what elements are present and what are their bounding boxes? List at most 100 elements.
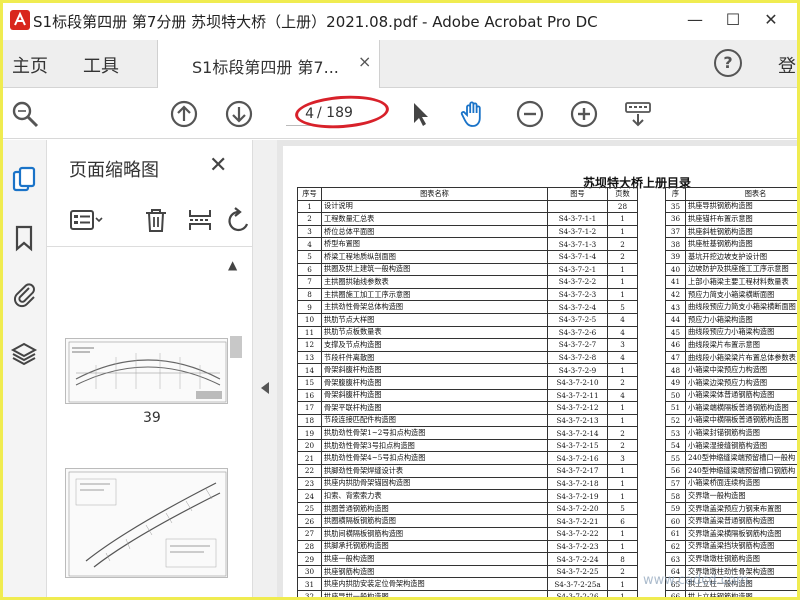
toc-cell: S4-3-7-2-14 [547, 426, 608, 440]
maximize-button[interactable]: ☐ [713, 7, 753, 33]
zoom-search-icon[interactable] [10, 99, 40, 129]
hand-tool-icon[interactable] [458, 99, 488, 129]
previous-page-icon[interactable] [169, 99, 199, 129]
document-view[interactable]: 苏坝特大桥上册目录 序号 图表名称 图号 页数 1 设计说明 28 2 工程数量汇总表 S4-3… [277, 140, 797, 597]
close-window-button[interactable]: ✕ [751, 7, 791, 33]
help-button[interactable]: ? [714, 49, 742, 77]
toc-cell: 1 [607, 539, 638, 554]
toc-cell: 小箱梁边梁预应力构造图 [685, 375, 797, 390]
rotate-page-icon[interactable] [225, 206, 251, 234]
zoom-in-icon[interactable] [569, 99, 599, 129]
toc-cell: 桥型布置图 [321, 237, 548, 251]
toc-cell: 曲线段预应力简支小箱梁横断面图 [685, 300, 797, 314]
toc-cell: 6 [607, 514, 638, 529]
toc-header-cell: 图表名 [685, 187, 797, 201]
toc-header-cell: 页数 [607, 187, 638, 201]
toc-cell: 2 [297, 212, 322, 226]
toc-cell: 42 [665, 287, 686, 302]
toc-cell: 29 [297, 552, 322, 566]
toc-cell: 46 [665, 338, 686, 352]
toc-row: 59 交界墩盖梁预应力钢束布置图 [665, 501, 797, 516]
thumbnail-page[interactable] [65, 338, 228, 404]
toc-cell: 5 [607, 501, 638, 516]
toc-cell: 小箱梁湿接缝钢筋构造图 [685, 438, 797, 453]
toc-header-row: 序图表名 [665, 187, 797, 201]
window-title: S1标段第四册 第7分册 苏坝特大桥（上册）2021.08.pdf - Adob… [33, 13, 598, 31]
toc-cell: S4-3-7-2-9 [547, 363, 608, 377]
toc-cell: 1 [297, 199, 322, 214]
toc-cell: S4-3-7-2-18 [547, 476, 608, 491]
toc-cell: 3 [607, 338, 638, 352]
collapse-arrow-icon[interactable] [261, 382, 269, 394]
layers-icon[interactable] [10, 340, 38, 368]
insert-page-icon[interactable] [187, 206, 213, 234]
toc-cell: 拱肋劲性骨架4~5号扣点构造图 [321, 451, 548, 466]
page-thumbnails-icon[interactable] [10, 166, 38, 194]
toc-cell: 2 [607, 564, 638, 579]
toc-row: 44 预应力小箱梁构造图 [665, 312, 797, 327]
toc-cell: 拱圈横隔板钢筋构造图 [321, 514, 548, 529]
toc-cell: 9 [297, 300, 322, 314]
toc-header-cell: 序号 [297, 187, 322, 201]
next-page-icon[interactable] [224, 99, 254, 129]
panel-close-icon[interactable]: ✕ [209, 153, 227, 178]
toc-cell: 66 [665, 590, 686, 597]
thumbnail-options-icon[interactable] [69, 206, 103, 234]
app-window: S1标段第四册 第7分册 苏坝特大桥（上册）2021.08.pdf - Adob… [3, 3, 797, 597]
toc-cell: 主拱圈拱轴线参数表 [321, 275, 548, 289]
toc-cell: 35 [665, 199, 686, 214]
pdf-page: 苏坝特大桥上册目录 序号 图表名称 图号 页数 1 设计说明 28 2 工程数量汇总表 S4-3… [283, 146, 797, 597]
bookmarks-icon[interactable] [10, 224, 38, 252]
toc-row: 4 桥型布置图 S4-3-7-1-3 2 [297, 237, 638, 251]
toc-cell: S4-3-7-2-12 [547, 401, 608, 415]
minimize-button[interactable]: — [675, 7, 715, 33]
toc-cell: 交界墩墩柱钢筋构造图 [685, 552, 797, 566]
panel-collapse-handle[interactable] [253, 140, 277, 597]
toc-cell: 21 [297, 451, 322, 466]
toc-cell: 57 [665, 476, 686, 491]
thumbnail-scrollbar-thumb[interactable] [230, 336, 242, 358]
toc-cell: 1 [607, 577, 638, 591]
scroll-up-icon[interactable]: ▲ [228, 258, 237, 272]
toc-cell: 小箱梁桥面连续构造图 [685, 476, 797, 491]
thumbnail-scrollbar[interactable] [229, 274, 243, 594]
toc-cell: S4-3-7-2-10 [547, 375, 608, 390]
toc-cell: 1 [607, 413, 638, 428]
keyboard-scroll-icon[interactable] [623, 99, 653, 129]
document-tab[interactable]: S1标段第四册 第7... × [157, 40, 380, 88]
toc-cell: S4-3-7-2-26 [547, 590, 608, 597]
toc-cell: 拱肋节点大样图 [321, 312, 548, 327]
toc-cell: 拱肋间横隔板钢筋构造图 [321, 527, 548, 541]
thumbnail-page[interactable] [65, 468, 228, 578]
tools-tab[interactable]: 工具 [83, 52, 119, 78]
attachments-icon[interactable] [10, 280, 38, 308]
toc-cell: 骨架平联杆构造图 [321, 401, 548, 415]
toc-cell: 拱座内拱肋安装定位骨架构造图 [321, 577, 548, 591]
toc-row: 9 主拱劲性骨架总体构造图 S4-3-7-2-4 5 [297, 300, 638, 314]
select-cursor-icon[interactable] [405, 99, 435, 129]
toc-row: 8 主拱圈施工加工工序示意图 S4-3-7-2-3 1 [297, 287, 638, 302]
toc-cell: S4-3-7-2-11 [547, 388, 608, 403]
toc-cell: 49 [665, 375, 686, 390]
toc-row: 49 小箱梁边梁预应力构造图 [665, 375, 797, 390]
toc-cell: 2 [607, 438, 638, 453]
toc-cell: 1 [607, 401, 638, 415]
toc-cell: 曲线段梁片布置示意图 [685, 338, 797, 352]
zoom-out-icon[interactable] [515, 99, 545, 129]
toc-cell: 1 [607, 224, 638, 239]
toc-cell: 拱座锚杆布置示意图 [685, 212, 797, 226]
toc-cell: 16 [297, 388, 322, 403]
thumbnail-drawing [68, 471, 227, 577]
toc-cell: 3 [297, 224, 322, 239]
toc-cell: 拱座桩基钢筋构造图 [685, 237, 797, 251]
home-tab[interactable]: 主页 [12, 52, 48, 78]
toc-cell: 30 [297, 564, 322, 579]
document-tab-close-icon[interactable]: × [358, 52, 371, 71]
sign-in-button[interactable]: 登 [778, 52, 796, 78]
toc-row: 46 曲线段梁片布置示意图 [665, 338, 797, 352]
toc-row: 48 小箱梁中梁预应力构造图 [665, 363, 797, 377]
delete-page-icon[interactable] [143, 206, 169, 234]
toc-cell: 22 [297, 464, 322, 478]
panel-divider [47, 246, 253, 247]
toc-cell: 小箱梁端横隔板普通钢筋构造图 [685, 401, 797, 415]
